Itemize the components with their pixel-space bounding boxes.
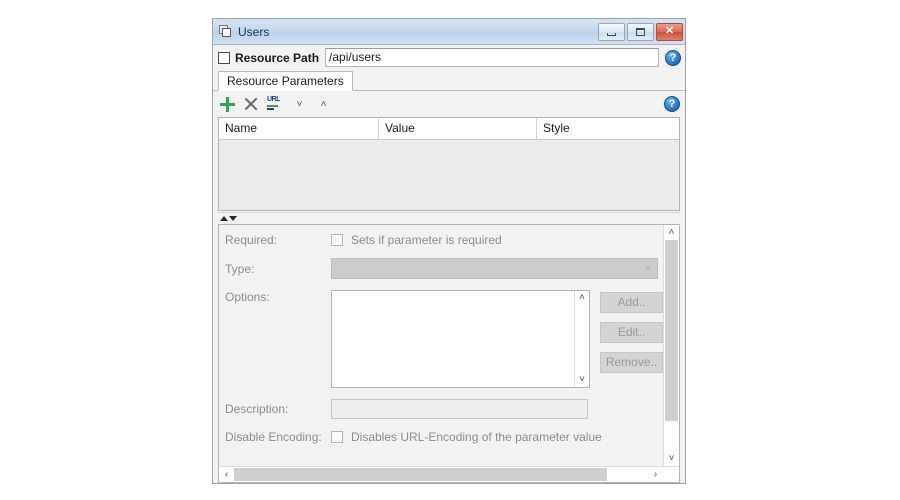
table-body-empty[interactable] — [219, 140, 679, 210]
required-checkbox[interactable] — [331, 234, 343, 246]
column-header-name[interactable]: Name — [219, 118, 379, 139]
edit-option-button[interactable]: Edit.. — [600, 322, 663, 343]
remove-parameter-icon[interactable] — [243, 96, 260, 113]
detail-form: Required: Sets if parameter is required … — [219, 225, 663, 466]
add-parameter-icon[interactable] — [219, 96, 236, 113]
required-row: Required: Sets if parameter is required — [225, 233, 663, 247]
required-label: Required: — [225, 233, 278, 247]
url-encode-icon-bar — [267, 104, 278, 107]
detail-hscroll-track[interactable] — [234, 467, 648, 482]
detail-panel-content: Required: Sets if parameter is required … — [219, 225, 679, 466]
users-dialog-window: Users ✕ Resource Path /api/users ? Resou… — [212, 18, 686, 484]
maximize-button[interactable] — [627, 22, 654, 41]
options-row: Options: ˄ ˅ Add.. Edit.. Remove.. — [225, 290, 663, 388]
options-buttons: Add.. Edit.. Remove.. — [600, 290, 663, 373]
description-row: Description: — [225, 399, 663, 419]
resource-path-input[interactable]: /api/users — [325, 48, 659, 67]
resource-path-help-icon[interactable]: ? — [665, 49, 681, 66]
options-scroll-down-icon[interactable]: ˅ — [579, 375, 585, 385]
toolbar-icon-group: URL ˅ ˄ — [219, 96, 658, 113]
detail-horizontal-scrollbar[interactable]: ‹ › — [219, 466, 679, 482]
options-label: Options: — [225, 290, 270, 304]
disable-encoding-label: Disable Encoding: — [225, 430, 322, 444]
detail-scroll-right-icon[interactable]: › — [648, 467, 663, 482]
detail-scroll-up-icon[interactable]: ˄ — [664, 225, 679, 240]
type-label: Type: — [225, 261, 255, 276]
tab-strip: Resource Parameters — [213, 70, 685, 91]
window-icon — [219, 25, 232, 38]
minimize-icon — [607, 32, 616, 36]
type-row: Type: ˅ — [225, 258, 663, 279]
remove-option-button[interactable]: Remove.. — [600, 352, 663, 373]
detail-hscroll-thumb[interactable] — [234, 468, 607, 481]
splitter-collapse-down-icon[interactable] — [229, 215, 237, 221]
minimize-button[interactable] — [598, 22, 625, 41]
options-list-scrollbar[interactable]: ˄ ˅ — [574, 291, 589, 387]
tab-resource-parameters[interactable]: Resource Parameters — [218, 71, 353, 91]
parameters-help-icon[interactable]: ? — [664, 96, 680, 112]
description-label: Description: — [225, 402, 289, 416]
detail-scroll-down-icon[interactable]: ˅ — [664, 451, 679, 466]
description-input[interactable] — [331, 399, 588, 419]
options-list-area[interactable] — [332, 291, 574, 387]
resource-path-checkbox[interactable] — [218, 51, 230, 64]
parameters-toolbar: URL ˅ ˄ ? — [213, 91, 685, 117]
options-list[interactable]: ˄ ˅ — [331, 290, 590, 388]
disable-encoding-checkbox-label: Disables URL-Encoding of the parameter v… — [351, 430, 602, 444]
panel-splitter[interactable] — [218, 212, 680, 223]
disable-encoding-row: Disable Encoding: Disables URL-Encoding … — [225, 430, 663, 444]
detail-vscroll-thumb[interactable] — [665, 240, 678, 422]
window-body: Resource Path /api/users ? Resource Para… — [213, 45, 685, 483]
column-header-style[interactable]: Style — [537, 118, 679, 139]
detail-vscroll-track[interactable] — [664, 240, 679, 451]
url-encode-icon-bar2 — [267, 107, 274, 110]
window-title-bar: Users ✕ — [213, 19, 685, 45]
move-up-icon[interactable]: ˄ — [315, 96, 332, 113]
window-title: Users — [238, 24, 270, 39]
detail-vertical-scrollbar[interactable]: ˄ ˅ — [663, 225, 679, 466]
parameters-table: Name Value Style — [218, 117, 680, 211]
table-header-row: Name Value Style — [219, 118, 679, 140]
splitter-collapse-up-icon[interactable] — [220, 215, 228, 221]
url-encode-icon[interactable]: URL — [267, 96, 284, 113]
column-header-value[interactable]: Value — [379, 118, 537, 139]
chevron-down-icon: ˅ — [645, 262, 651, 274]
parameter-detail-panel: Required: Sets if parameter is required … — [218, 224, 680, 483]
resource-path-label: Resource Path — [235, 50, 320, 65]
close-button[interactable]: ✕ — [656, 22, 683, 41]
type-combobox[interactable]: ˅ — [331, 258, 658, 279]
options-scroll-up-icon[interactable]: ˄ — [579, 293, 585, 303]
detail-scroll-left-icon[interactable]: ‹ — [219, 467, 234, 482]
maximize-icon — [636, 27, 645, 36]
add-option-button[interactable]: Add.. — [600, 292, 663, 313]
resource-path-row: Resource Path /api/users ? — [213, 45, 685, 70]
move-down-icon[interactable]: ˅ — [291, 96, 308, 113]
required-checkbox-label: Sets if parameter is required — [351, 233, 502, 247]
url-encode-icon-text: URL — [267, 95, 280, 103]
close-icon: ✕ — [664, 25, 675, 37]
disable-encoding-checkbox[interactable] — [331, 431, 343, 443]
window-controls: ✕ — [598, 22, 683, 41]
